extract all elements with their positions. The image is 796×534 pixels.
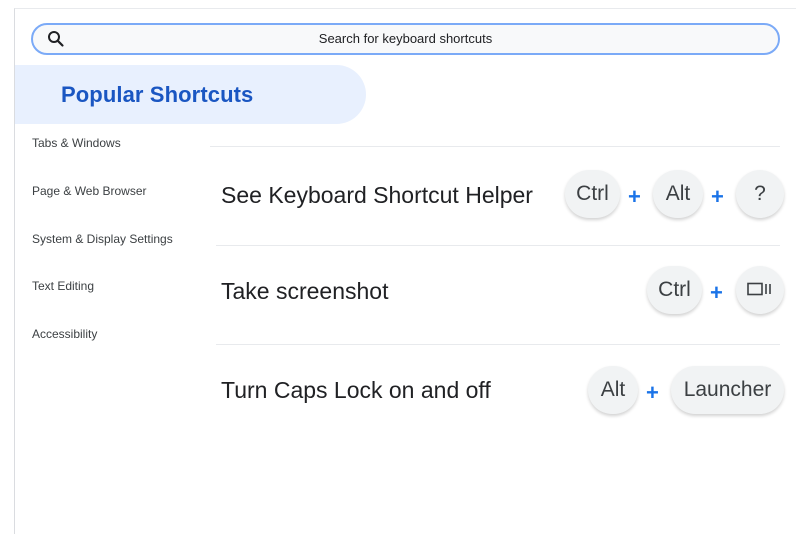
key-show-windows [736,266,784,314]
sidebar-item-popular-shortcuts[interactable]: Popular Shortcuts [15,65,366,124]
divider [216,344,780,345]
shortcut-row: Take screenshot Ctrl + [0,266,796,326]
key-alt: Alt [588,366,638,414]
search-bar[interactable]: Search for keyboard shortcuts [31,23,780,55]
plus-icon: + [628,184,641,209]
plus-icon: + [646,380,659,405]
plus-icon: + [711,184,724,209]
search-placeholder: Search for keyboard shortcuts [318,31,493,46]
key-launcher: Launcher [671,366,784,414]
shortcut-title: Turn Caps Lock on and off [221,377,491,403]
key-question: ? [736,170,784,218]
divider [210,146,780,147]
show-windows-icon [747,278,773,302]
shortcut-title: See Keyboard Shortcut Helper [221,182,533,208]
shortcut-row: See Keyboard Shortcut Helper Ctrl + Alt … [0,170,796,230]
sidebar-item-tabs-windows[interactable]: Tabs & Windows [32,136,121,150]
shortcut-title: Take screenshot [221,278,389,304]
shortcut-row: Turn Caps Lock on and off Alt + Launcher [0,366,796,426]
sidebar-item-label: Popular Shortcuts [61,82,254,107]
plus-icon: + [710,280,723,305]
key-alt: Alt [653,170,703,218]
divider [216,245,780,246]
sidebar-item-system-display-settings[interactable]: System & Display Settings [32,232,173,246]
key-ctrl: Ctrl [647,266,702,314]
key-ctrl: Ctrl [565,170,620,218]
sidebar-item-accessibility[interactable]: Accessibility [32,327,97,341]
